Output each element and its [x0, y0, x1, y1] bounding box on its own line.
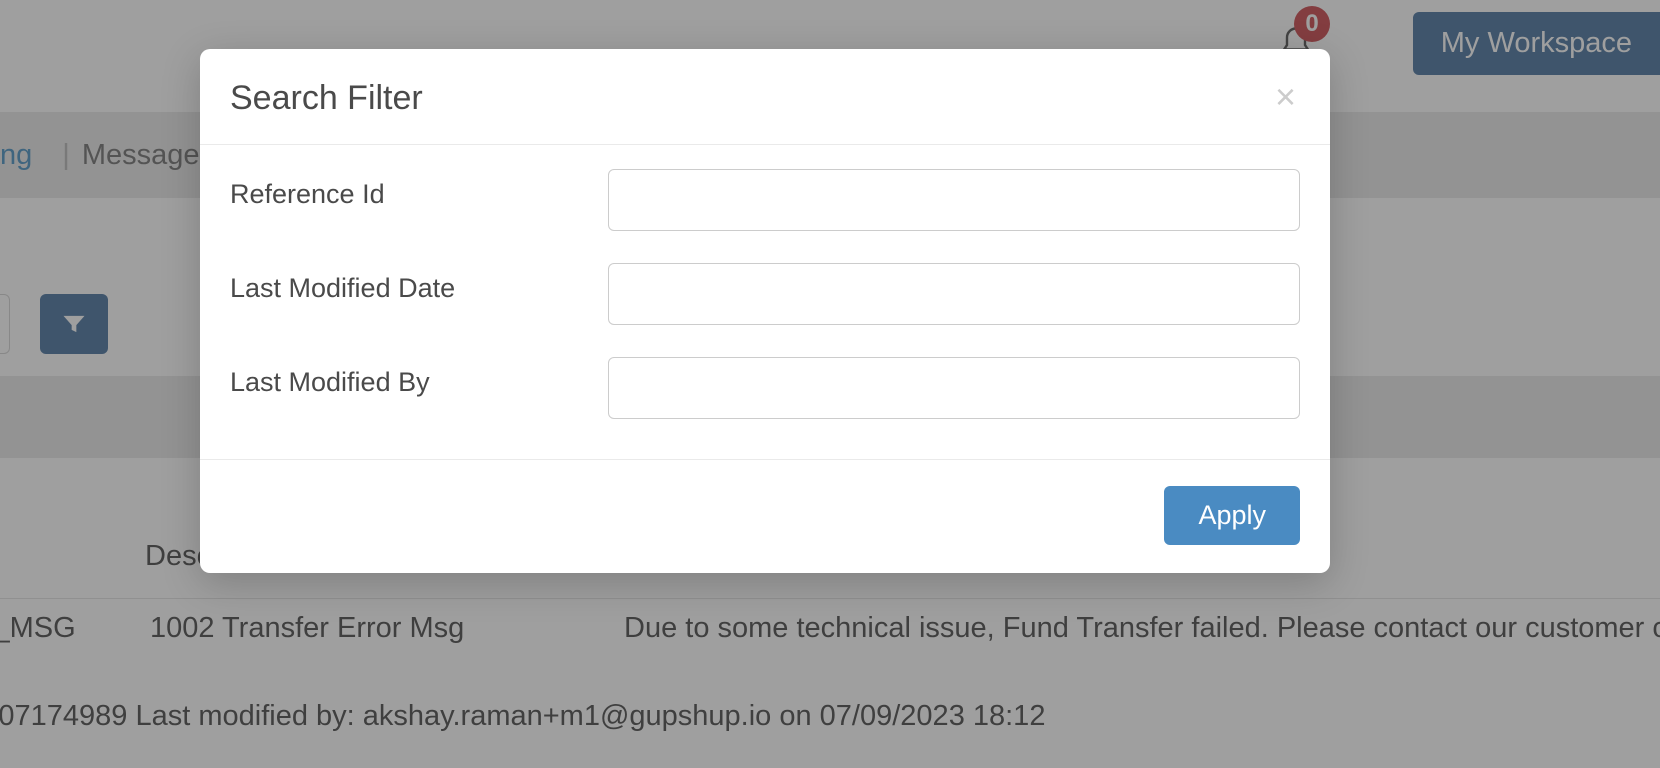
input-reference-id[interactable] — [608, 169, 1300, 231]
label-last-modified-date: Last Modified Date — [230, 263, 608, 304]
form-row-reference-id: Reference Id — [230, 169, 1300, 231]
modal-close-button[interactable]: × — [1271, 79, 1300, 115]
form-row-last-modified-by: Last Modified By — [230, 357, 1300, 419]
modal-footer: Apply — [200, 459, 1330, 573]
input-last-modified-by[interactable] — [608, 357, 1300, 419]
search-filter-modal: Search Filter × Reference Id Last Modifi… — [200, 49, 1330, 573]
modal-title: Search Filter — [230, 79, 423, 118]
form-row-last-modified-date: Last Modified Date — [230, 263, 1300, 325]
modal-body: Reference Id Last Modified Date Last Mod… — [200, 145, 1330, 459]
modal-header: Search Filter × — [200, 49, 1330, 145]
input-last-modified-date[interactable] — [608, 263, 1300, 325]
label-reference-id: Reference Id — [230, 169, 608, 210]
apply-button[interactable]: Apply — [1164, 486, 1300, 545]
label-last-modified-by: Last Modified By — [230, 357, 608, 398]
close-icon: × — [1275, 76, 1296, 117]
